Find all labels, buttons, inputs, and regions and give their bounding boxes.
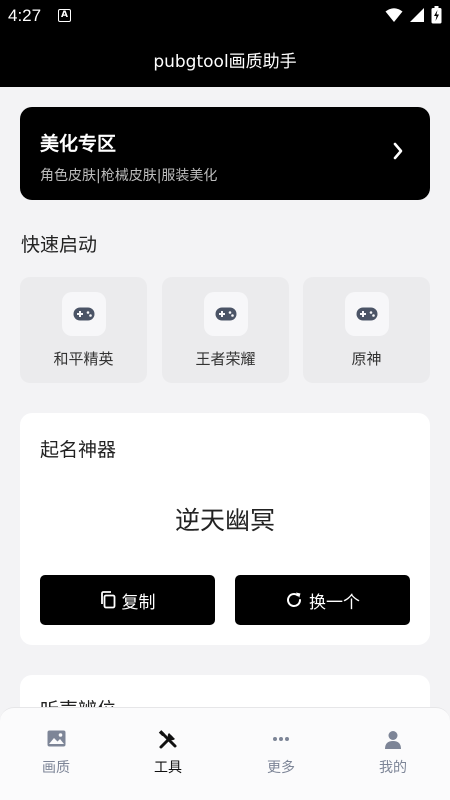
tools-icon xyxy=(112,730,224,752)
copy-button[interactable]: 复制 xyxy=(40,575,215,625)
tab-picture-quality[interactable]: 画质 xyxy=(0,708,112,800)
name-generator-title: 起名神器 xyxy=(40,439,117,461)
person-icon xyxy=(337,730,449,752)
copy-icon xyxy=(100,591,115,609)
chevron-right-icon xyxy=(393,142,403,160)
beauty-zone-card[interactable]: 美化专区 角色皮肤|枪械皮肤|服装美化 xyxy=(20,107,430,200)
quick-launch-label: 王者荣耀 xyxy=(195,350,256,368)
image-icon xyxy=(0,730,112,752)
tab-label: 工具 xyxy=(154,760,182,776)
refresh-name-button[interactable]: 换一个 xyxy=(235,575,410,625)
gamepad-icon xyxy=(62,292,106,336)
tab-label: 我的 xyxy=(379,760,407,776)
status-icons xyxy=(385,6,442,24)
sound-position-title: 听声辨位 xyxy=(40,695,116,707)
tab-more[interactable]: 更多 xyxy=(225,708,337,800)
refresh-button-label: 换一个 xyxy=(309,592,360,613)
beauty-zone-subtitle: 角色皮肤|枪械皮肤|服装美化 xyxy=(40,168,218,184)
copy-button-label: 复制 xyxy=(121,592,156,613)
quick-launch-title: 快速启动 xyxy=(21,234,98,256)
battery-icon xyxy=(431,6,442,24)
app-bar: pubgtool画质助手 xyxy=(0,32,450,87)
generated-name: 逆天幽冥 xyxy=(174,506,275,535)
gamepad-icon xyxy=(204,292,248,336)
main-content[interactable]: 美化专区 角色皮肤|枪械皮肤|服装美化 快速启动 和平精英 王者荣耀 原神 起名… xyxy=(0,87,450,707)
tab-tools[interactable]: 工具 xyxy=(112,708,224,800)
status-time: 4:27 xyxy=(8,6,42,25)
quick-launch-label: 原神 xyxy=(351,350,382,368)
quick-launch-label: 和平精英 xyxy=(53,350,114,368)
refresh-icon xyxy=(287,592,301,607)
quick-launch-tile-hok[interactable]: 王者荣耀 xyxy=(162,277,289,383)
name-generator-card: 起名神器 逆天幽冥 复制 换一个 xyxy=(20,413,430,645)
tab-label: 画质 xyxy=(42,760,70,776)
tab-label: 更多 xyxy=(267,760,295,776)
tab-profile[interactable]: 我的 xyxy=(337,708,449,800)
quick-launch-tile-genshin[interactable]: 原神 xyxy=(303,277,430,383)
notification-icon: A xyxy=(58,9,71,22)
beauty-zone-title: 美化专区 xyxy=(40,133,117,155)
quick-launch-tile-pubg[interactable]: 和平精英 xyxy=(20,277,147,383)
bottom-tab-bar: 画质 工具 更多 我的 xyxy=(0,707,450,800)
status-bar: 4:27 A xyxy=(0,0,450,32)
app-title: pubgtool画质助手 xyxy=(153,52,297,72)
sound-position-card[interactable]: 听声辨位 xyxy=(20,675,430,707)
wifi-icon xyxy=(385,8,403,22)
signal-icon xyxy=(410,8,424,22)
gamepad-icon xyxy=(345,292,389,336)
more-icon xyxy=(225,730,337,752)
